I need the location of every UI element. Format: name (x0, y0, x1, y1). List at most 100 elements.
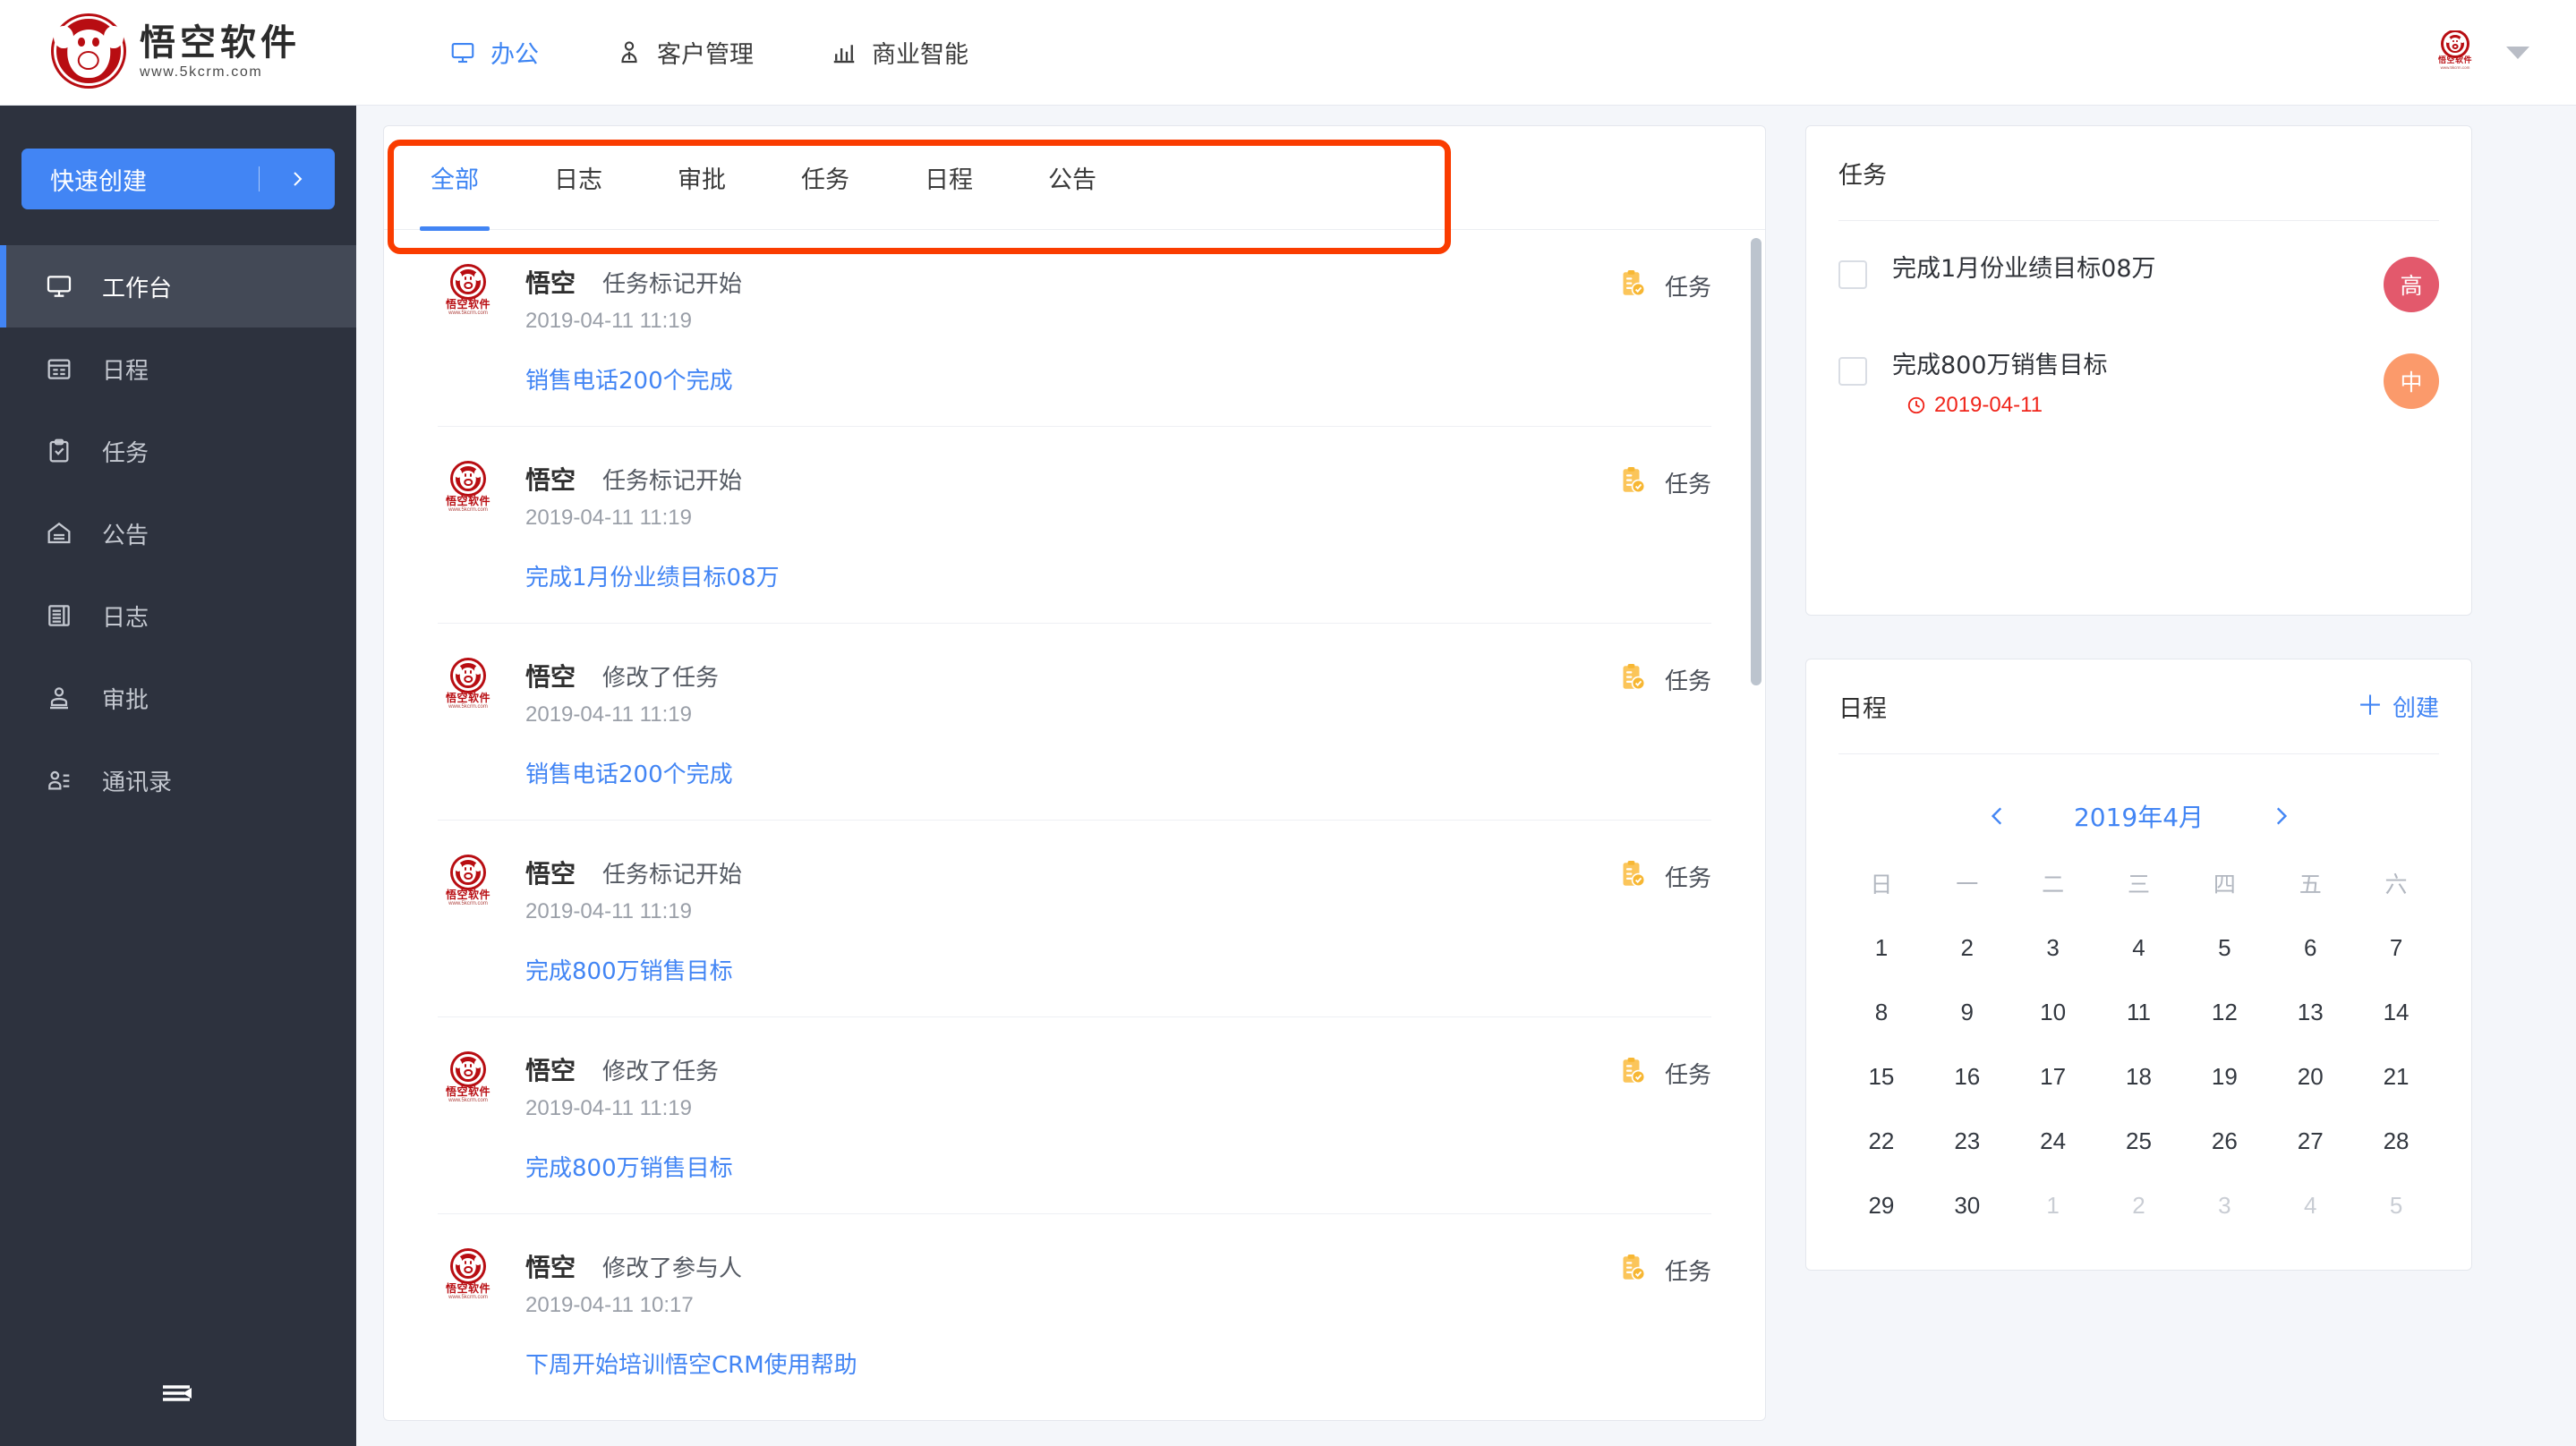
feed-link[interactable]: 完成1月份业绩目标08万 (525, 559, 780, 592)
calendar-day[interactable]: 30 (1924, 1173, 2010, 1238)
tab-label: 全部 (431, 166, 479, 194)
quick-create-button[interactable]: 快速创建 (21, 149, 335, 209)
feed-action: 任务标记开始 (602, 468, 743, 495)
tab-log[interactable]: 日志 (545, 126, 611, 230)
task-checkbox[interactable] (1838, 260, 1867, 289)
calendar-day[interactable]: 20 (2267, 1044, 2353, 1109)
tab-all[interactable]: 全部 (422, 126, 488, 230)
task-row[interactable]: 完成1月份业绩目标08万 高 (1838, 235, 2439, 332)
weekday-label: 五 (2299, 872, 2322, 897)
feed-user: 悟空 (525, 1253, 576, 1282)
sidebar-item-log[interactable]: 日志 (0, 574, 356, 657)
priority-badge-medium[interactable]: 中 (2384, 353, 2439, 409)
calendar-day[interactable]: 26 (2181, 1109, 2267, 1173)
calendar-day[interactable]: 27 (2267, 1109, 2353, 1173)
weekday-label: 日 (1870, 872, 1893, 897)
feed-link[interactable]: 销售电话200个完成 (525, 756, 733, 789)
calendar-day[interactable]: 18 (2096, 1044, 2182, 1109)
priority-badge-high[interactable]: 高 (2384, 257, 2439, 312)
feed-link[interactable]: 完成800万销售目标 (525, 1150, 733, 1183)
task-row[interactable]: 完成800万销售目标 2019-04-11 中 (1838, 332, 2439, 438)
topnav-item-customers[interactable]: 客户管理 (616, 35, 754, 70)
calendar-day[interactable]: 17 (2010, 1044, 2096, 1109)
tab-task[interactable]: 任务 (792, 126, 858, 230)
sidebar-item-approval[interactable]: 审批 (0, 657, 356, 739)
collapse-sidebar-button[interactable] (0, 1379, 356, 1412)
feed-scrollbar[interactable] (1751, 238, 1761, 685)
calendar-day[interactable]: 22 (1838, 1109, 1924, 1173)
chevron-left-icon[interactable] (1974, 792, 2022, 840)
sidebar-item-contacts[interactable]: 通讯录 (0, 739, 356, 821)
chevron-down-icon[interactable] (2506, 46, 2529, 59)
brand-url: www.5kcrm.com (140, 64, 263, 80)
task-checkbox[interactable] (1838, 357, 1867, 386)
weekday-label: 六 (2384, 872, 2408, 897)
calendar-day[interactable]: 23 (1924, 1109, 2010, 1173)
feed-item[interactable]: 悟空软件 www.5kcrm.com 悟空 任务标记开始 2019-04-11 … (438, 821, 1711, 1017)
calendar-day[interactable]: 3 (2181, 1173, 2267, 1238)
calendar-day[interactable]: 8 (1838, 980, 1924, 1044)
calendar-day[interactable]: 9 (1924, 980, 2010, 1044)
calendar-day[interactable]: 3 (2010, 915, 2096, 980)
task-clipboard-icon (1616, 268, 1649, 304)
chevron-right-icon[interactable] (2256, 792, 2305, 840)
calendar-day[interactable]: 25 (2096, 1109, 2182, 1173)
task-clipboard-icon (1616, 464, 1649, 501)
plus-icon: ＋ (2356, 690, 2384, 722)
calendar-day[interactable]: 21 (2353, 1044, 2439, 1109)
brand-logo[interactable]: 悟空软件 www.5kcrm.com (52, 15, 356, 89)
feed-item[interactable]: 悟空软件 www.5kcrm.com 悟空 修改了参与人 2019-04-11 … (438, 1214, 1711, 1410)
calendar-day[interactable]: 10 (2010, 980, 2096, 1044)
calendar-day[interactable]: 2 (2096, 1173, 2182, 1238)
calendar-day[interactable]: 14 (2353, 980, 2439, 1044)
calendar-icon (39, 354, 79, 383)
feed-link[interactable]: 下周开始培训悟空CRM使用帮助 (525, 1347, 857, 1380)
calendar-day[interactable]: 6 (2267, 915, 2353, 980)
feed-link[interactable]: 销售电话200个完成 (525, 362, 733, 396)
calendar-day[interactable]: 15 (1838, 1044, 1924, 1109)
calendar-day[interactable]: 11 (2096, 980, 2182, 1044)
feed-link[interactable]: 完成800万销售目标 (525, 953, 733, 986)
sidebar-item-task[interactable]: 任务 (0, 410, 356, 492)
sidebar-item-announcement[interactable]: 公告 (0, 492, 356, 574)
sidebar-item-schedule[interactable]: 日程 (0, 327, 356, 410)
calendar-day[interactable]: 4 (2096, 915, 2182, 980)
calendar-day[interactable]: 1 (1838, 915, 1924, 980)
calendar-day[interactable]: 24 (2010, 1109, 2096, 1173)
calendar-day[interactable]: 13 (2267, 980, 2353, 1044)
topnav-item-bi[interactable]: 商业智能 (831, 35, 968, 70)
feed-item[interactable]: 悟空软件 www.5kcrm.com 悟空 修改了任务 2019-04-11 1… (438, 1017, 1711, 1214)
task-main: 完成1月份业绩目标08万 (1892, 255, 2384, 284)
calendar-day[interactable]: 29 (1838, 1173, 1924, 1238)
feed-body: 悟空 任务标记开始 2019-04-11 11:19 销售电话200个完成 (525, 264, 1711, 396)
feed-action: 任务标记开始 (602, 271, 743, 298)
tab-announcement[interactable]: 公告 (1039, 126, 1105, 230)
calendar-day[interactable]: 19 (2181, 1044, 2267, 1109)
calendar-day[interactable]: 1 (2010, 1173, 2096, 1238)
calendar-day[interactable]: 5 (2181, 915, 2267, 980)
calendar-day[interactable]: 2 (1924, 915, 2010, 980)
feed-time: 2019-04-11 11:19 (525, 899, 692, 923)
calendar-day[interactable]: 4 (2267, 1173, 2353, 1238)
task-name: 完成800万销售目标 (1892, 352, 2108, 379)
right-column: 任务 完成1月份业绩目标08万 高 完成800万销售目标 2019-04-11 … (1805, 125, 2472, 1446)
sidebar-item-workbench[interactable]: 工作台 (0, 245, 356, 327)
feed-item[interactable]: 悟空软件 www.5kcrm.com 悟空 任务标记开始 2019-04-11 … (438, 230, 1711, 427)
sidebar-menu: 工作台 日程 任务 公告 日志 审批 通讯录 (0, 245, 356, 821)
create-schedule-button[interactable]: ＋ 创建 (2357, 690, 2439, 723)
feed-type-badge: 任务 (1616, 464, 1711, 501)
sidebar-item-label: 通讯录 (102, 769, 173, 796)
tab-approval[interactable]: 审批 (669, 126, 735, 230)
feed-item[interactable]: 悟空软件 www.5kcrm.com 悟空 任务标记开始 2019-04-11 … (438, 427, 1711, 624)
calendar-day[interactable]: 28 (2353, 1109, 2439, 1173)
calendar-day[interactable]: 12 (2181, 980, 2267, 1044)
calendar-day[interactable]: 7 (2353, 915, 2439, 980)
main-content: 全部 日志 审批 任务 日程 公告 悟空软件 www.5kcrm.com 悟空 … (356, 106, 2576, 1446)
feed-item[interactable]: 悟空软件 www.5kcrm.com 悟空 修改了任务 2019-04-11 1… (438, 624, 1711, 821)
topnav-item-office[interactable]: 办公 (449, 35, 539, 70)
calendar-day[interactable]: 16 (1924, 1044, 2010, 1109)
topnav-label: 商业智能 (872, 41, 968, 69)
calendar-day[interactable]: 5 (2353, 1173, 2439, 1238)
avatar[interactable]: 悟空软件 www.5kcrm.com (2433, 30, 2478, 75)
tab-schedule[interactable]: 日程 (916, 126, 982, 230)
